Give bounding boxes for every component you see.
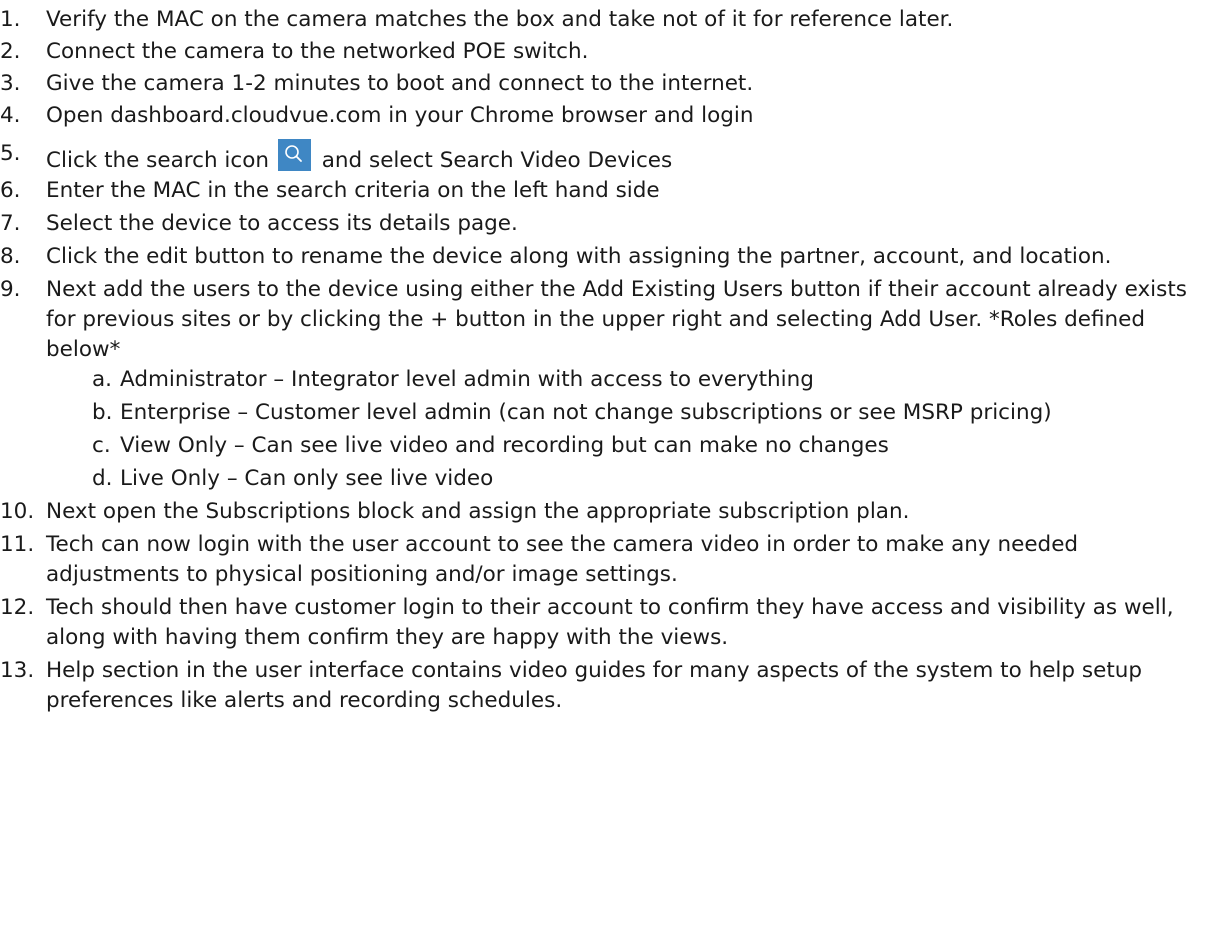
step-number: 10. [0, 499, 35, 524]
step-text: Give the camera 1-2 minutes to boot and … [46, 71, 754, 96]
step-text-before: Click the search icon [46, 148, 270, 173]
step-text: Select the device to access its details … [46, 211, 518, 236]
step-6: 6. Enter the MAC in the search criteria … [0, 176, 1205, 206]
step-number: 1. [0, 7, 21, 32]
role-text: View Only – Can see live video and recor… [120, 433, 889, 458]
step-number: 7. [0, 211, 21, 236]
step-10: 10. Next open the Subscriptions block an… [0, 497, 1205, 527]
step-number: 13. [0, 658, 35, 683]
step-1: 1. Verify the MAC on the camera matches … [0, 5, 1205, 35]
role-letter: c. [92, 433, 111, 458]
step-number: 12. [0, 595, 35, 620]
step-text: Next open the Subscriptions block and as… [46, 499, 910, 524]
step-text: Verify the MAC on the camera matches the… [46, 7, 954, 32]
role-letter: a. [92, 367, 113, 392]
step-text: Click the edit button to rename the devi… [46, 244, 1112, 269]
instruction-list: 1. Verify the MAC on the camera matches … [0, 0, 1205, 716]
role-letter: d. [92, 466, 113, 491]
role-a: a. Administrator – Integrator level admi… [0, 365, 1205, 395]
step-number: 6. [0, 178, 21, 203]
step-number: 2. [0, 39, 21, 64]
step-text: Next add the users to the device using e… [46, 277, 1187, 362]
step-number: 11. [0, 532, 35, 557]
search-icon [277, 139, 311, 171]
step-2: 2. Connect the camera to the networked P… [0, 37, 1205, 67]
step-4: 4. Open dashboard.cloudvue.com in your C… [0, 101, 1205, 131]
step-number: 9. [0, 277, 21, 302]
step-12: 12. Tech should then have customer login… [0, 593, 1205, 653]
step-13: 13. Help section in the user interface c… [0, 656, 1205, 716]
role-text: Administrator – Integrator level admin w… [120, 367, 814, 392]
step-text: Tech can now login with the user account… [46, 532, 1079, 587]
step-text: Help section in the user interface conta… [46, 658, 1143, 713]
role-c: c. View Only – Can see live video and re… [0, 431, 1205, 461]
step-text: Enter the MAC in the search criteria on … [46, 178, 660, 203]
step-number: 4. [0, 103, 21, 128]
step-text-after: and select Search Video Devices [321, 148, 673, 173]
step-number: 5. [0, 141, 21, 166]
step-text: Connect the camera to the networked POE … [46, 39, 589, 64]
step-3: 3. Give the camera 1-2 minutes to boot a… [0, 69, 1205, 99]
step-number: 3. [0, 71, 21, 96]
step-text: Open dashboard.cloudvue.com in your Chro… [46, 103, 754, 128]
step-8: 8. Click the edit button to rename the d… [0, 242, 1205, 272]
role-text: Enterprise – Customer level admin (can n… [120, 400, 1052, 425]
role-b: b. Enterprise – Customer level admin (ca… [0, 398, 1205, 428]
step-7: 7. Select the device to access its detai… [0, 209, 1205, 239]
step-text: Tech should then have customer login to … [46, 595, 1174, 650]
step-5: 5. Click the search icon and select Sear… [0, 139, 1205, 176]
step-9: 9. Next add the users to the device usin… [0, 275, 1205, 365]
role-letter: b. [92, 400, 113, 425]
step-11: 11. Tech can now login with the user acc… [0, 530, 1205, 590]
step-number: 8. [0, 244, 21, 269]
role-text: Live Only – Can only see live video [120, 466, 494, 491]
role-d: d. Live Only – Can only see live video [0, 464, 1205, 494]
step-text: Click the search icon and select Search … [0, 139, 1196, 176]
